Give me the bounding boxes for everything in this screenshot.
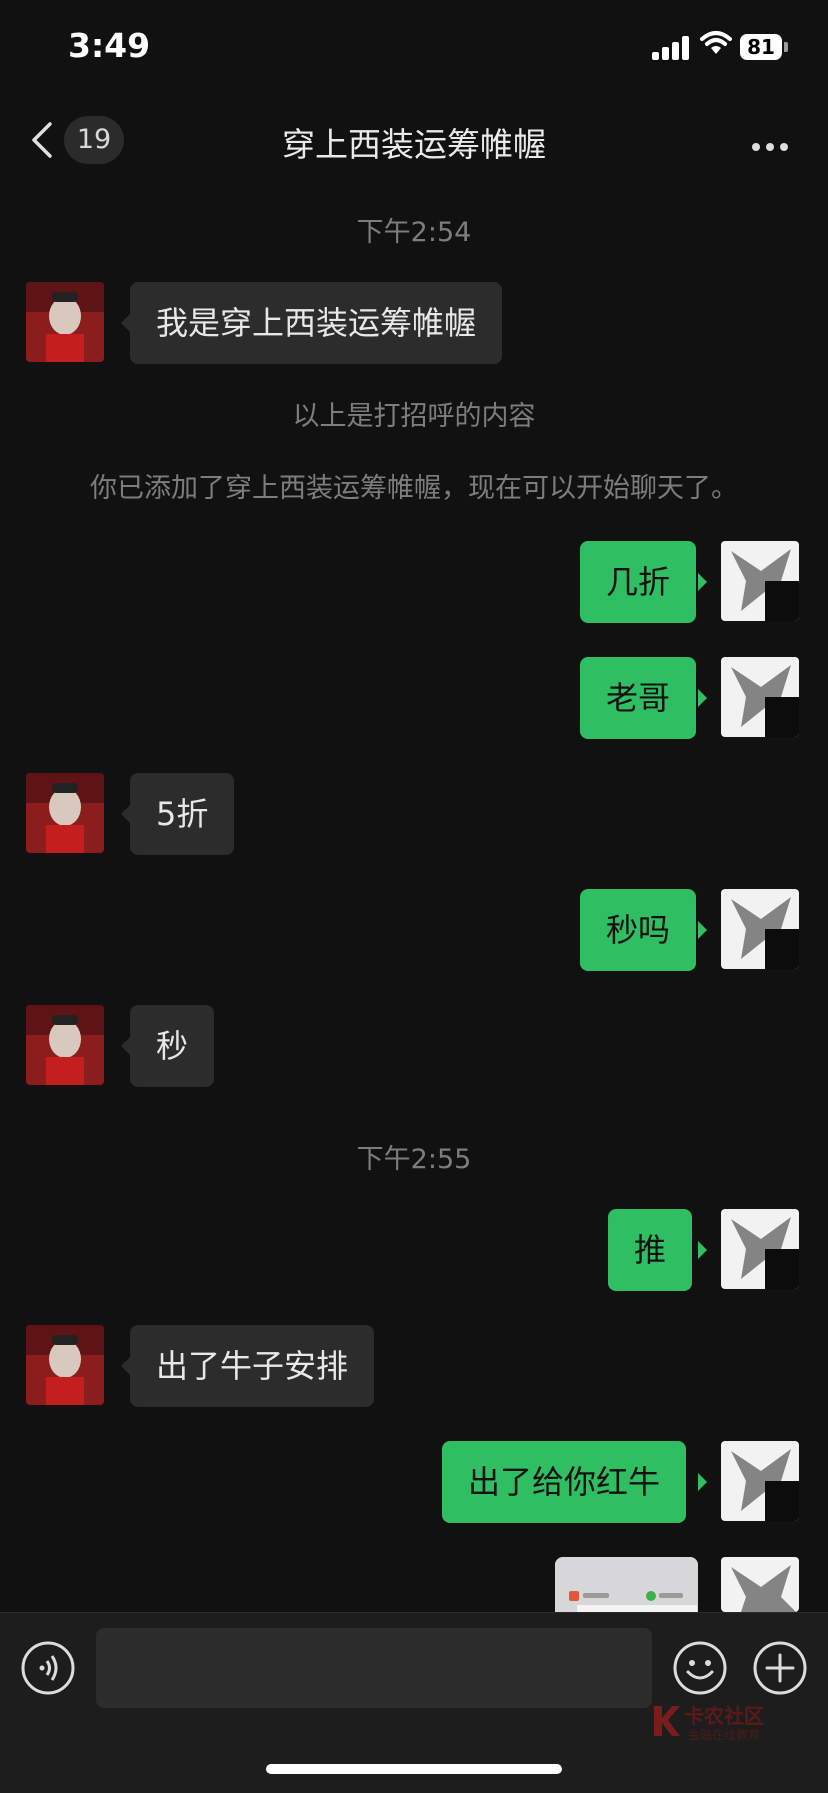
my-avatar[interactable] bbox=[721, 1441, 799, 1521]
watermark-logo bbox=[650, 1704, 682, 1742]
bubble-tail bbox=[121, 314, 130, 332]
my-avatar[interactable] bbox=[721, 889, 799, 969]
contact-avatar[interactable] bbox=[26, 282, 104, 362]
incoming-message[interactable]: 我是穿上西装运筹帷幄 bbox=[130, 282, 503, 364]
timestamp: 下午2:55 bbox=[356, 1144, 472, 1175]
more-icon[interactable] bbox=[752, 136, 794, 155]
plus-icon[interactable] bbox=[752, 1640, 808, 1700]
incoming-message[interactable]: 秒 bbox=[130, 1005, 215, 1087]
outgoing-message[interactable]: 老哥 bbox=[580, 657, 697, 739]
bubble-tail bbox=[698, 1241, 707, 1259]
home-indicator[interactable] bbox=[266, 1764, 562, 1774]
bubble-tail bbox=[121, 1037, 130, 1055]
status-time: 3:49 bbox=[68, 26, 151, 65]
emoji-icon[interactable] bbox=[672, 1640, 728, 1700]
battery-icon: 81 bbox=[740, 34, 782, 60]
my-avatar[interactable] bbox=[721, 657, 799, 737]
my-avatar[interactable] bbox=[721, 1209, 799, 1289]
my-avatar[interactable] bbox=[721, 1557, 799, 1612]
outgoing-message[interactable]: 几折 bbox=[580, 541, 697, 623]
voice-icon[interactable] bbox=[20, 1640, 76, 1700]
bubble-tail bbox=[698, 1473, 707, 1491]
incoming-message[interactable]: 5折 bbox=[130, 773, 235, 855]
incoming-message[interactable]: 出了牛子安排 bbox=[130, 1325, 375, 1407]
contact-avatar[interactable] bbox=[26, 1005, 104, 1085]
bubble-tail bbox=[698, 573, 707, 591]
timestamp: 下午2:54 bbox=[356, 217, 472, 248]
outgoing-message[interactable]: 秒吗 bbox=[580, 889, 697, 971]
my-avatar[interactable] bbox=[721, 541, 799, 621]
bubble-tail bbox=[698, 921, 707, 939]
chat-title: 穿上西装运筹帷幄 bbox=[282, 125, 546, 164]
message-input[interactable] bbox=[96, 1628, 652, 1708]
wifi-icon bbox=[700, 30, 732, 60]
contact-avatar[interactable] bbox=[26, 1325, 104, 1405]
bubble-tail bbox=[121, 1357, 130, 1375]
image-message[interactable] bbox=[555, 1557, 698, 1612]
watermark-subtitle: 金融在线教育 bbox=[688, 1728, 761, 1742]
bubble-tail bbox=[121, 805, 130, 823]
signal-icon bbox=[652, 36, 690, 60]
system-message: 你已添加了穿上西装运筹帷幄，现在可以开始聊天了。 bbox=[90, 473, 738, 504]
battery-tip bbox=[784, 42, 788, 52]
watermark-title: 卡农社区 bbox=[684, 1704, 764, 1728]
outgoing-message[interactable]: 出了给你红牛 bbox=[442, 1441, 687, 1523]
contact-avatar[interactable] bbox=[26, 773, 104, 853]
bubble-tail bbox=[698, 689, 707, 707]
system-message: 以上是打招呼的内容 bbox=[292, 401, 536, 432]
outgoing-message[interactable]: 推 bbox=[608, 1209, 693, 1291]
